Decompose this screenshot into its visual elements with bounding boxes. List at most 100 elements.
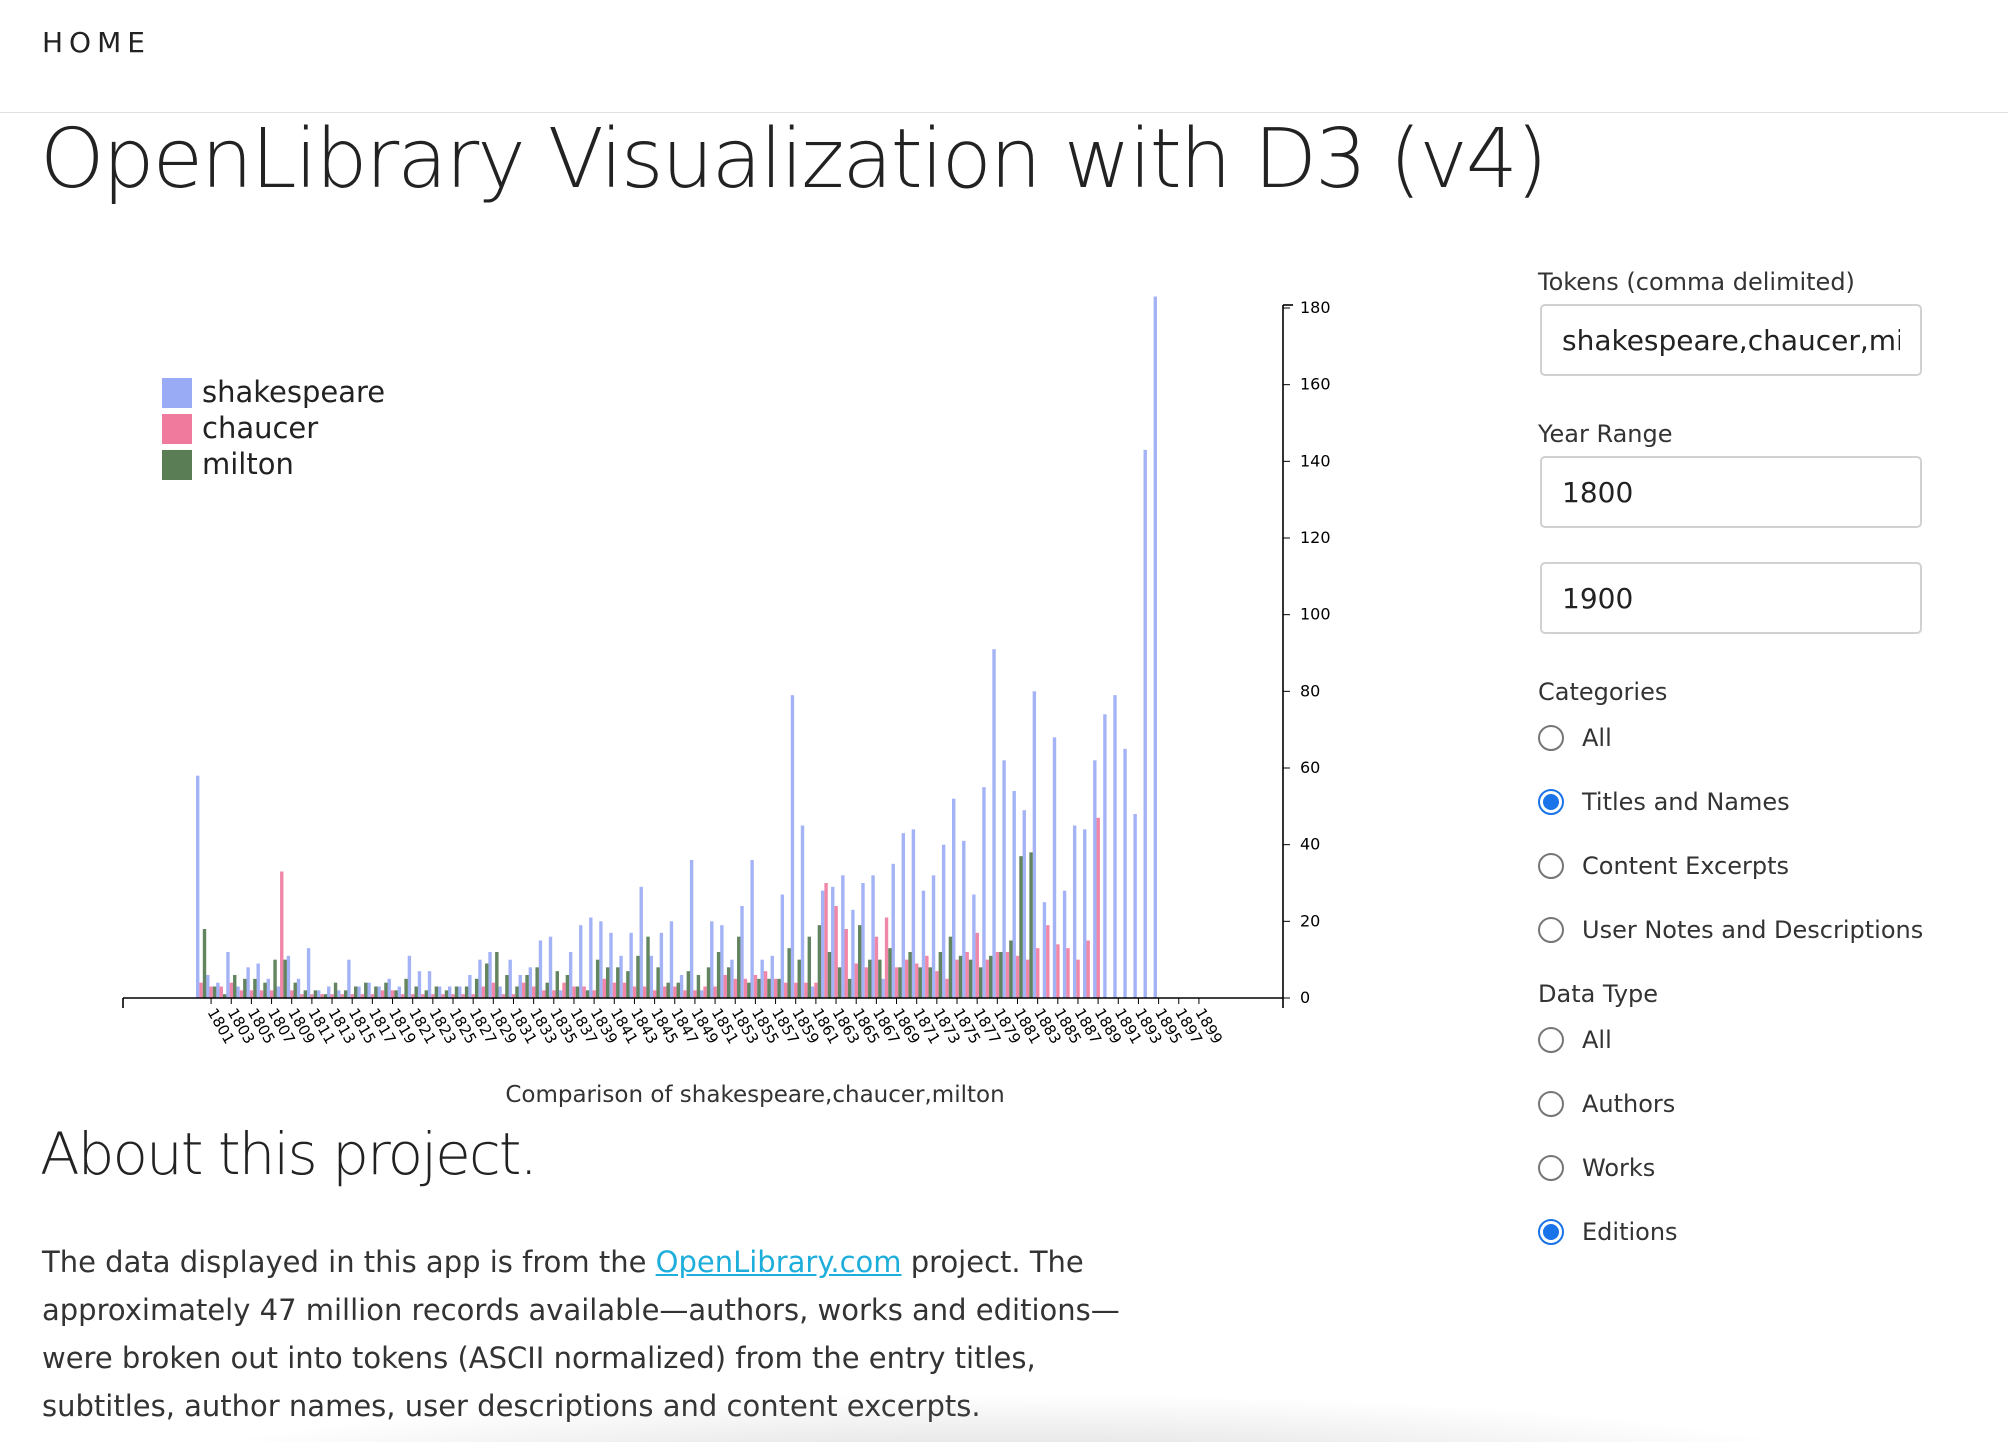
data-type-authors-option[interactable]: Authors: [1538, 1084, 1675, 1124]
milton-bar-1804: [243, 978, 247, 998]
milton-bar-1843: [636, 955, 640, 998]
chaucer-bar-1837: [572, 986, 576, 998]
chaucer-bar-1852: [723, 975, 727, 998]
shakespeare-bar-1848: [679, 975, 684, 998]
shakespeare-bar-1806: [256, 963, 260, 998]
chaucer-bar-1868: [884, 917, 889, 998]
y-tick-label: 60: [1300, 758, 1320, 777]
shakespeare-bar-1869: [891, 863, 895, 998]
shakespeare-bar-1850: [700, 990, 704, 998]
milton-bar-1870: [908, 952, 912, 998]
radio-button[interactable]: [1538, 853, 1564, 879]
shakespeare-bar-1841: [609, 932, 613, 998]
radio-button[interactable]: [1538, 1155, 1564, 1181]
radio-button-checked[interactable]: [1538, 1219, 1564, 1245]
milton-bar-1803: [233, 975, 237, 998]
chaucer-bar-1800: [199, 982, 203, 998]
milton-bar-1880: [1009, 940, 1013, 998]
chaucer-bar-1866: [864, 967, 869, 998]
milton-bar-1801: [212, 986, 217, 998]
milton-bar-1814: [343, 990, 348, 998]
openlibrary-link[interactable]: OpenLibrary.com: [656, 1245, 902, 1279]
shakespeare-bar-1824: [437, 986, 442, 998]
radio-button[interactable]: [1538, 725, 1564, 751]
shakespeare-bar-1815: [347, 959, 351, 998]
radio-button[interactable]: [1538, 1027, 1564, 1053]
chaucer-legend-swatch: [162, 414, 192, 444]
chaucer-bar-1851: [713, 986, 717, 998]
chaucer-bar-1804: [239, 990, 244, 998]
data-type-works-option[interactable]: Works: [1538, 1148, 1655, 1188]
shakespeare-bar-1818: [377, 986, 381, 998]
radio-button-checked[interactable]: [1538, 789, 1564, 815]
chaucer-bar-1883: [1036, 948, 1040, 998]
year-end-input[interactable]: [1540, 562, 1922, 634]
chaucer-bar-1836: [562, 982, 566, 998]
chaucer-bar-1805: [249, 990, 254, 998]
milton-bar-1840: [606, 967, 610, 998]
chaucer-bar-1832: [521, 982, 526, 998]
chaucer-bar-1858: [784, 982, 788, 998]
chaucer-bar-1808: [280, 871, 284, 998]
chaucer-bar-1862: [824, 883, 828, 998]
chaucer-bar-1882: [1025, 959, 1030, 998]
chaucer-bar-1861: [814, 982, 818, 998]
milton-bar-1875: [958, 955, 963, 998]
chaucer-bar-1863: [834, 906, 838, 998]
category-content-excerpts-option[interactable]: Content Excerpts: [1538, 846, 1789, 886]
milton-bar-1811: [313, 990, 318, 998]
shakespeare-bar-1811: [306, 948, 311, 998]
chaucer-bar-1807: [269, 990, 274, 998]
chaucer-bar-1874: [945, 978, 949, 998]
radio-button[interactable]: [1538, 1091, 1564, 1117]
shakespeare-bar-1847: [669, 921, 674, 998]
data-type-editions-option[interactable]: Editions: [1538, 1212, 1678, 1252]
milton-bar-1824: [444, 990, 449, 998]
milton-bar-1879: [999, 952, 1003, 998]
category-titles-names-option[interactable]: Titles and Names: [1538, 782, 1790, 822]
milton-bar-1871: [918, 967, 922, 998]
shakespeare-bar-1866: [861, 883, 865, 998]
shakespeare-bar-1867: [871, 875, 875, 998]
category-user-notes-option[interactable]: User Notes and Descriptions: [1538, 910, 1923, 950]
data-type-all-option[interactable]: All: [1538, 1020, 1612, 1060]
shakespeare-bar-1803: [226, 952, 230, 998]
shakespeare-bar-1830: [498, 986, 502, 998]
shakespeare-bar-1829: [488, 952, 492, 998]
shakespeare-bar-1834: [538, 940, 543, 998]
chaucer-bar-1828: [481, 986, 486, 998]
milton-bar-1861: [817, 925, 822, 998]
year-start-input[interactable]: [1540, 456, 1922, 528]
shakespeare-bar-1858: [780, 894, 785, 998]
shakespeare-legend-label: shakespeare: [202, 375, 385, 409]
y-tick-label: 20: [1300, 911, 1320, 930]
page-title: OpenLibrary Visualization with D3 (v4): [40, 112, 1548, 207]
shakespeare-bar-1874: [941, 844, 946, 998]
milton-bar-1809: [293, 982, 297, 998]
shakespeare-bar-1881: [1012, 791, 1016, 998]
home-link[interactable]: HOME: [42, 26, 151, 59]
radio-button[interactable]: [1538, 917, 1564, 943]
chaucer-bar-1834: [542, 990, 546, 998]
milton-bar-1873: [938, 952, 943, 998]
chaucer-bar-1871: [915, 963, 919, 998]
category-all-option[interactable]: All: [1538, 718, 1612, 758]
chaucer-bar-1880: [1005, 952, 1010, 998]
milton-bar-1837: [575, 986, 580, 998]
chaucer-bar-1841: [612, 982, 617, 998]
shakespeare-bar-1826: [458, 986, 462, 998]
shakespeare-bar-1823: [427, 971, 432, 998]
milton-bar-1878: [989, 955, 993, 998]
shakespeare-bar-1873: [931, 875, 936, 998]
shakespeare-bar-1889: [1093, 760, 1097, 998]
milton-bar-1821: [414, 986, 418, 998]
chaucer-bar-1889: [1096, 817, 1100, 998]
milton-bar-1828: [485, 963, 489, 998]
tokens-input[interactable]: [1540, 304, 1922, 376]
chaucer-bar-1885: [1056, 944, 1060, 998]
milton-bar-1852: [726, 967, 731, 998]
chaucer-bar-1881: [1015, 955, 1020, 998]
shakespeare-bar-1877: [972, 894, 976, 998]
milton-bar-1841: [616, 967, 620, 998]
chaucer-bar-1853: [733, 978, 738, 998]
